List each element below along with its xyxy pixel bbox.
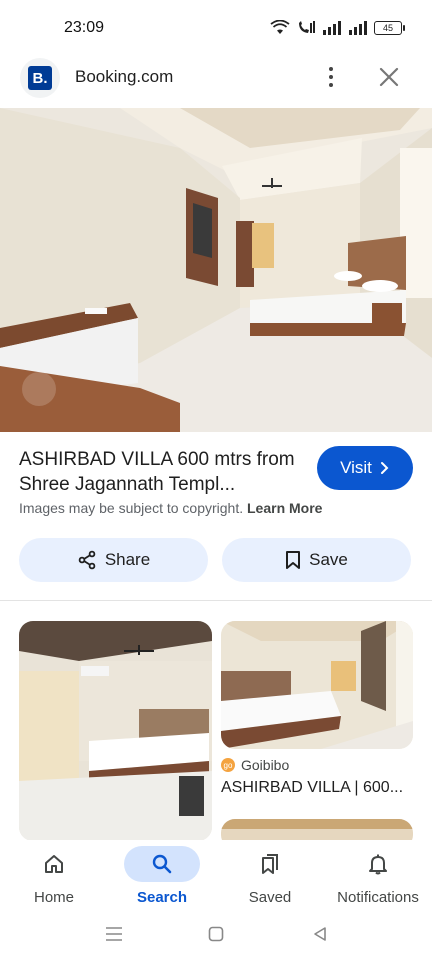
share-label: Share (104, 550, 151, 569)
nav-notifications-label: Notifications (337, 889, 419, 906)
nav-search[interactable]: Search (108, 840, 216, 916)
wifi-icon (270, 20, 290, 34)
signal-icon (323, 21, 341, 35)
nav-saved[interactable]: Saved (216, 840, 324, 916)
share-icon (78, 550, 96, 570)
visit-button[interactable]: Visit (317, 446, 413, 490)
related-image-2[interactable] (221, 621, 413, 749)
visit-label: Visit (340, 458, 372, 477)
menu-icon[interactable] (105, 926, 123, 942)
bottom-nav: Home Search Saved Notifications (0, 840, 432, 916)
nav-search-label: Search (136, 889, 188, 906)
site-title: Booking.com (75, 67, 174, 86)
more-options-icon[interactable] (318, 64, 344, 90)
source-row[interactable]: go Goibibo (221, 757, 289, 773)
learn-more-link[interactable]: Learn More (247, 500, 322, 516)
system-nav-bar (0, 916, 432, 960)
saved-icon (232, 846, 308, 882)
search-icon (124, 846, 200, 882)
hero-image[interactable] (0, 108, 432, 432)
signal-icon-2 (349, 21, 367, 35)
bookmark-icon (286, 551, 301, 569)
bell-icon (340, 846, 416, 882)
goibibo-icon: go (221, 758, 235, 772)
call-icon (299, 21, 315, 33)
divider (0, 600, 432, 601)
nav-notifications[interactable]: Notifications (324, 840, 432, 916)
battery-icon: 45 (374, 21, 405, 35)
close-icon[interactable] (376, 64, 402, 90)
result-title[interactable]: ASHIRBAD VILLA 600 mtrs from Shree Jagan… (19, 447, 304, 497)
status-bar: 23:09 45 (0, 0, 432, 56)
status-time: 23:09 (64, 19, 105, 36)
related-image-1[interactable] (19, 621, 212, 841)
back-icon[interactable] (312, 926, 328, 942)
nav-saved-label: Saved (248, 889, 292, 906)
copyright-notice: Images may be subject to copyright. Lear… (19, 500, 322, 516)
home-icon (16, 846, 92, 882)
nav-home-label: Home (33, 889, 74, 906)
home-square-icon[interactable] (208, 926, 224, 942)
site-logo: B. (20, 58, 60, 98)
chevron-right-icon (380, 462, 389, 474)
status-icons: 45 (270, 20, 405, 36)
copyright-text: Images may be subject to copyright. (19, 500, 244, 516)
save-label: Save (309, 550, 348, 569)
source-name: Goibibo (241, 757, 290, 773)
lens-icon[interactable] (22, 372, 56, 406)
save-button[interactable]: Save (222, 538, 411, 582)
share-button[interactable]: Share (19, 538, 208, 582)
related-title-2[interactable]: ASHIRBAD VILLA | 600... (221, 779, 413, 797)
booking-logo-icon: B. (28, 66, 52, 90)
nav-home[interactable]: Home (0, 840, 108, 916)
app-header: B. Booking.com (0, 56, 432, 108)
